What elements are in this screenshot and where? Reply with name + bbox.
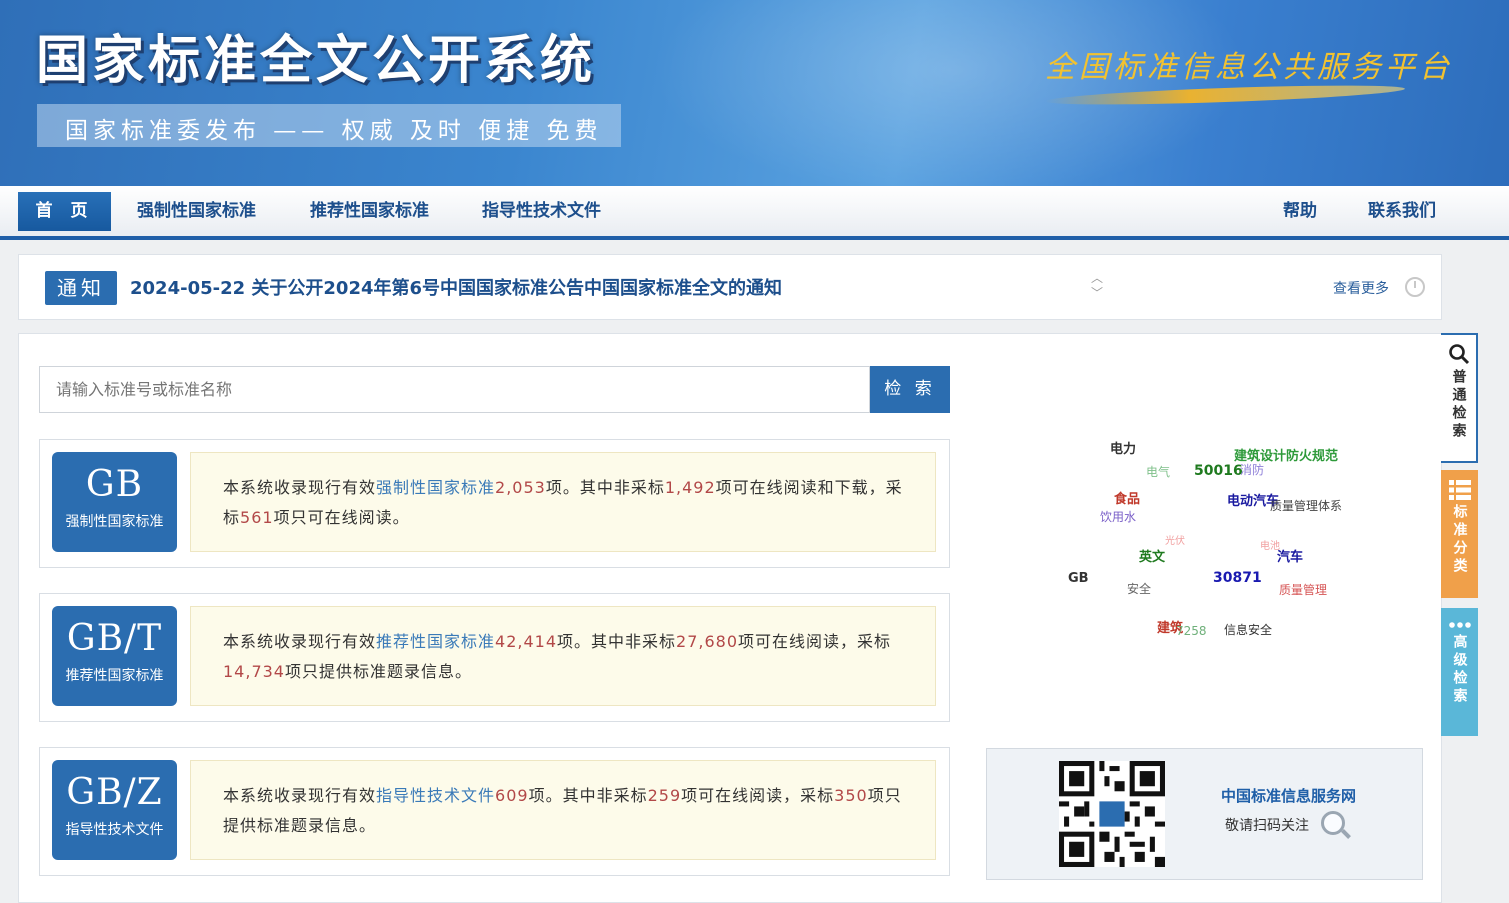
badge-code: GB/T — [66, 618, 163, 659]
search-input[interactable] — [39, 366, 870, 413]
desc-link[interactable]: 指导性技术文件 — [376, 786, 495, 805]
notice-bar: 通知 2024-05-22 关于公开2024年第6号中国国家标准公告中国国家标准… — [18, 254, 1442, 320]
badge-code: GB/Z — [66, 772, 163, 813]
side-tab-standard-category[interactable]: 标准分类 — [1441, 470, 1478, 598]
count-adopted: 14,734 — [223, 662, 285, 681]
site-title: 国家标准全文公开系统 — [36, 31, 597, 91]
keyword-tag[interactable]: 英文 — [1139, 546, 1165, 565]
keyword-tag[interactable]: 质量管理 — [1279, 581, 1327, 598]
keyword-tag[interactable]: GB — [1068, 571, 1089, 586]
more-dots-icon — [1448, 622, 1471, 628]
notice-tag: 通知 — [45, 271, 117, 305]
standard-card-gbz: GB/Z 指导性技术文件 本系统收录现行有效指导性技术文件609项。其中非采标2… — [39, 747, 950, 876]
card-description: 本系统收录现行有效强制性国家标准2,053项。其中非采标1,492项可在线阅读和… — [190, 452, 936, 552]
keyword-tag[interactable]: 质量管理体系 — [1270, 497, 1342, 514]
qr-code-icon — [1059, 761, 1165, 867]
qr-title[interactable]: 中国标准信息服务网 — [1221, 785, 1356, 806]
desc-text: 项只提供标准题录信息。 — [284, 662, 472, 681]
search-icon — [1448, 344, 1469, 365]
badge-code: GB — [85, 464, 144, 505]
keyword-tag[interactable]: 50016 — [1194, 463, 1243, 479]
keyword-cloud: 电力 建筑设计防火规范 电气 50016 消防 食品 电动汽车 质量管理体系 饮… — [1040, 430, 1380, 650]
side-tab-label: 普通检索 — [1450, 369, 1467, 441]
keyword-tag[interactable]: 电力 — [1110, 438, 1136, 457]
notice-link[interactable]: 2024-05-22 关于公开2024年第6号中国国家标准公告中国国家标准全文的… — [130, 274, 782, 300]
keyword-tag[interactable]: 消防 — [1240, 461, 1264, 478]
card-description: 本系统收录现行有效推荐性国家标准42,414项。其中非采标27,680项可在线阅… — [190, 606, 936, 706]
desc-text: 项可在线阅读，采标 — [738, 632, 892, 651]
slogan-box: 国家标准委发布 —— 权威 及时 便捷 免费 — [37, 104, 621, 147]
search-button[interactable]: 检 索 — [870, 366, 950, 413]
badge-subtitle: 推荐性国家标准 — [65, 668, 164, 684]
platform-name: 全国标准信息公共服务平台 — [1045, 50, 1453, 85]
count-adopted: 561 — [240, 508, 274, 527]
count-non-adopted: 1,492 — [664, 478, 716, 497]
count-total: 42,414 — [495, 632, 558, 651]
keyword-tag[interactable]: 安全 — [1127, 580, 1151, 597]
card-description: 本系统收录现行有效指导性技术文件609项。其中非采标259项可在线阅读，采标35… — [190, 760, 936, 860]
keyword-tag[interactable]: 汽车 — [1277, 546, 1303, 565]
keyword-tag[interactable]: 食品 — [1114, 488, 1140, 507]
side-tab-advanced-search[interactable]: 高级检索 — [1441, 608, 1478, 736]
slogan-text: 国家标准委发布 —— 权威 及时 便捷 免费 — [65, 118, 603, 144]
count-non-adopted: 259 — [647, 786, 682, 805]
badge-subtitle: 指导性技术文件 — [65, 822, 164, 838]
list-icon — [1448, 480, 1471, 500]
desc-text: 项。其中非采标 — [557, 632, 677, 651]
desc-text: 项可在线阅读，采标 — [681, 786, 835, 805]
gb-badge[interactable]: GB 强制性国家标准 — [52, 452, 177, 552]
standard-card-gb: GB 强制性国家标准 本系统收录现行有效强制性国家标准2,053项。其中非采标1… — [39, 439, 950, 568]
side-tab-label: 高级检索 — [1451, 634, 1468, 706]
chevron-up-icon[interactable]: ︿ — [1087, 271, 1107, 286]
qr-follow-box: 中国标准信息服务网 敬请扫码关注 — [986, 748, 1423, 880]
desc-text: 项。其中非采标 — [528, 786, 648, 805]
keyword-tag[interactable]: 7258 — [1176, 624, 1207, 638]
view-more-link[interactable]: 查看更多 — [1333, 278, 1389, 298]
desc-text: 本系统收录现行有效 — [223, 478, 377, 497]
count-total: 2,053 — [495, 478, 546, 497]
nav-help[interactable]: 帮助 — [1283, 186, 1317, 236]
desc-link[interactable]: 推荐性国家标准 — [376, 632, 495, 651]
nav-guidance-documents[interactable]: 指导性技术文件 — [482, 186, 601, 236]
qr-subtitle: 敬请扫码关注 — [1225, 818, 1309, 834]
desc-text: 项。其中非采标 — [545, 478, 665, 497]
desc-text: 项只可在线阅读。 — [273, 508, 410, 527]
gbz-badge[interactable]: GB/Z 指导性技术文件 — [52, 760, 177, 860]
clock-icon — [1405, 277, 1425, 297]
gbt-badge[interactable]: GB/T 推荐性国家标准 — [52, 606, 177, 706]
keyword-tag[interactable]: 电气 — [1146, 463, 1170, 480]
count-total: 609 — [495, 786, 529, 805]
site-header: 国家标准全文公开系统 国家标准委发布 —— 权威 及时 便捷 免费 全国标准信息… — [0, 0, 1509, 186]
count-non-adopted: 27,680 — [676, 632, 739, 651]
side-tab-basic-search[interactable]: 普通检索 — [1441, 333, 1478, 463]
notice-scroll-arrows[interactable]: ︿ ﹀ — [1087, 271, 1107, 305]
desc-link[interactable]: 强制性国家标准 — [376, 478, 495, 497]
keyword-tag[interactable]: 饮用水 — [1100, 508, 1136, 525]
nav-recommended-standards[interactable]: 推荐性国家标准 — [310, 186, 429, 236]
desc-text: 本系统收录现行有效 — [223, 786, 377, 805]
magnifier-icon — [1321, 811, 1345, 835]
chevron-down-icon[interactable]: ﹀ — [1087, 286, 1107, 301]
keyword-tag[interactable]: 30871 — [1213, 570, 1262, 586]
standard-card-gbt: GB/T 推荐性国家标准 本系统收录现行有效推荐性国家标准42,414项。其中非… — [39, 593, 950, 722]
nav-contact[interactable]: 联系我们 — [1368, 186, 1436, 236]
keyword-tag[interactable]: 光伏 — [1165, 532, 1185, 547]
badge-subtitle: 强制性国家标准 — [65, 514, 164, 530]
nav-mandatory-standards[interactable]: 强制性国家标准 — [137, 186, 256, 236]
nav-home[interactable]: 首 页 — [18, 192, 111, 231]
desc-text: 本系统收录现行有效 — [223, 632, 377, 651]
keyword-tag[interactable]: 信息安全 — [1224, 621, 1272, 638]
main-nav: 首 页 强制性国家标准 推荐性国家标准 指导性技术文件 帮助 联系我们 — [0, 186, 1509, 240]
count-adopted: 350 — [834, 786, 868, 805]
side-tab-label: 标准分类 — [1451, 504, 1468, 576]
